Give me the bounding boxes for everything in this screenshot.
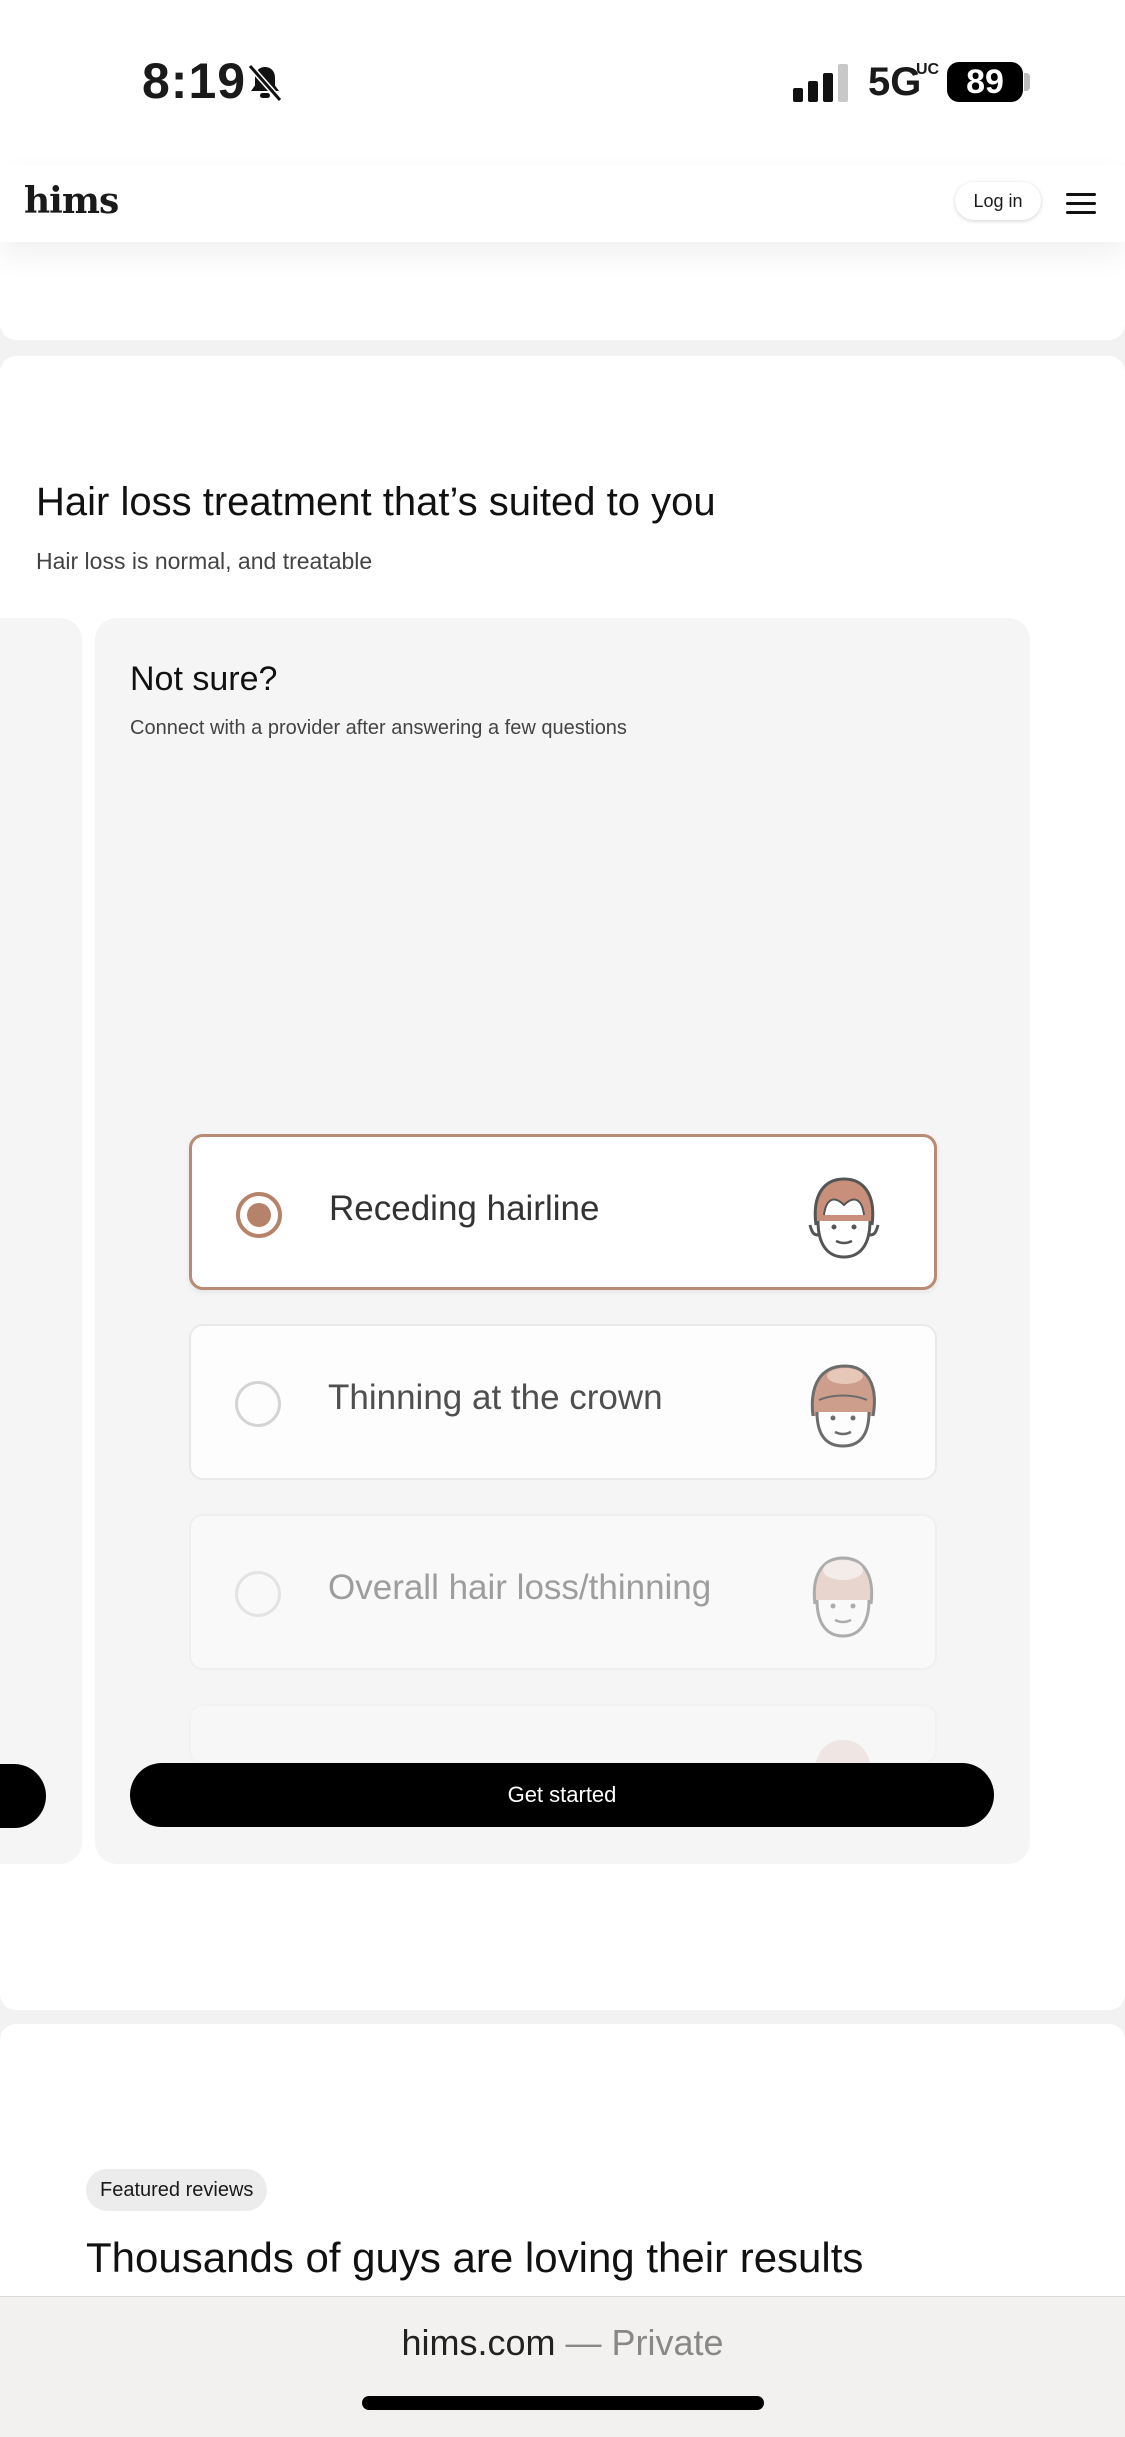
option-label: Thinning at the crown: [328, 1378, 663, 1417]
card-title: Not sure?: [130, 660, 278, 698]
url-mode: — Private: [555, 2322, 724, 2363]
option-label: Overall hair loss/thinning: [328, 1568, 712, 1607]
cellular-signal-icon: [793, 64, 848, 102]
battery-tip: [1024, 73, 1030, 91]
overall-thinning-face-icon: [812, 1556, 874, 1638]
more-face-icon: [815, 1740, 871, 1766]
url-domain: hims.com: [401, 2322, 556, 2363]
option-overall-thinning[interactable]: Overall hair loss/thinning: [189, 1514, 937, 1670]
card-subtitle: Connect with a provider after answering …: [130, 717, 627, 739]
receding-hairline-face-icon: [808, 1177, 880, 1259]
hims-logo[interactable]: hims: [24, 180, 119, 222]
option-label: Receding hairline: [329, 1189, 600, 1228]
home-indicator[interactable]: [362, 2396, 764, 2410]
section-subtitle: Hair loss is normal, and treatable: [36, 548, 373, 574]
status-time: 8:19: [142, 53, 247, 109]
browser-address-bar[interactable]: [0, 2296, 1125, 2437]
radio-selected[interactable]: [236, 1192, 282, 1238]
login-button[interactable]: Log in: [955, 182, 1041, 220]
battery-level: 89: [947, 62, 1023, 102]
radio-unselected[interactable]: [235, 1571, 281, 1617]
network-type: 5G: [868, 60, 922, 104]
previous-card[interactable]: [0, 618, 82, 1864]
browser-url[interactable]: hims.com — Private: [0, 2322, 1125, 2364]
option-thinning-crown[interactable]: Thinning at the crown: [189, 1324, 937, 1480]
get-started-button[interactable]: Get started: [130, 1763, 994, 1827]
featured-reviews-badge: Featured reviews: [86, 2169, 268, 2211]
previous-section: [0, 242, 1125, 340]
option-receding-hairline[interactable]: Receding hairline: [189, 1134, 937, 1290]
reviews-title: Thousands of guys are loving their resul…: [86, 2234, 864, 2281]
thinning-crown-face-icon: [810, 1364, 876, 1448]
network-type-sup: UC: [916, 61, 940, 78]
silent-bell-icon: [247, 64, 283, 102]
hamburger-icon[interactable]: [1066, 193, 1096, 215]
radio-unselected[interactable]: [235, 1381, 281, 1427]
section-title: Hair loss treatment that’s suited to you: [36, 480, 716, 524]
option-more: [189, 1704, 937, 1766]
